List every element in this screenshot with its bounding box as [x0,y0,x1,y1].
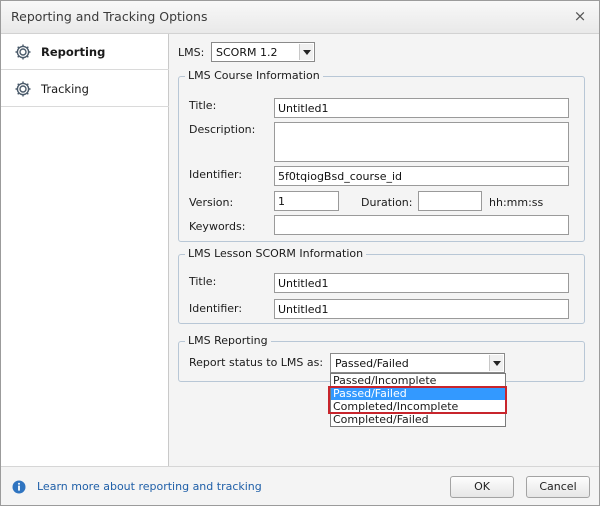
gear-icon [15,81,31,97]
dropdown-option-passed-incomplete[interactable]: Passed/Incomplete [331,374,505,387]
ok-button[interactable]: OK [450,476,514,498]
lms-label: LMS: [178,46,205,59]
lesson-info-title: LMS Lesson SCORM Information [185,247,367,260]
sidebar-item-tracking[interactable]: Tracking [1,71,169,107]
sidebar: Reporting Tracking [1,34,169,466]
version-label: Version: [189,196,234,209]
close-button[interactable]: × [571,7,589,25]
reporting-title: LMS Reporting [185,334,271,347]
sidebar-item-reporting[interactable]: Reporting [1,34,169,70]
info-icon [12,480,26,494]
help-link[interactable]: Learn more about reporting and tracking [37,480,262,493]
chevron-down-icon [299,44,313,60]
course-identifier-label: Identifier: [189,168,243,181]
description-input[interactable] [274,122,569,162]
report-status-dropdown-list: Passed/Incomplete Passed/Failed Complete… [330,373,506,427]
course-identifier-input[interactable] [274,166,569,186]
gear-icon [15,44,31,60]
version-input[interactable] [274,191,339,211]
lesson-title-label: Title: [189,275,217,288]
dropdown-option-completed-failed[interactable]: Completed/Failed [331,413,505,426]
course-title-input[interactable] [274,98,569,118]
window-title: Reporting and Tracking Options [11,9,208,24]
report-status-select[interactable]: Passed/Failed [330,353,505,373]
keywords-input[interactable] [274,215,569,235]
title-bar: Reporting and Tracking Options × [1,1,599,34]
dropdown-option-passed-failed[interactable]: Passed/Failed [331,387,505,400]
lesson-title-input[interactable] [274,273,569,293]
description-label: Description: [189,123,256,136]
lesson-identifier-label: Identifier: [189,302,243,315]
duration-unit: hh:mm:ss [489,196,544,209]
sidebar-item-label: Reporting [41,45,106,59]
cancel-button[interactable]: Cancel [526,476,590,498]
lms-select-value: SCORM 1.2 [216,46,278,59]
lesson-identifier-input[interactable] [274,299,569,319]
reporting-tracking-dialog: Reporting and Tracking Options × Reporti… [0,0,600,506]
course-title-label: Title: [189,99,217,112]
chevron-down-icon [489,355,503,371]
sidebar-item-label: Tracking [41,82,89,96]
report-status-label: Report status to LMS as: [189,356,324,369]
lms-select[interactable]: SCORM 1.2 [211,42,315,62]
report-status-value: Passed/Failed [335,357,409,370]
course-info-title: LMS Course Information [185,69,323,82]
footer-bar: Learn more about reporting and tracking … [1,466,599,505]
keywords-label: Keywords: [189,220,246,233]
duration-input[interactable] [418,191,482,211]
dropdown-option-completed-incomplete[interactable]: Completed/Incomplete [331,400,505,413]
duration-label: Duration: [361,196,413,209]
